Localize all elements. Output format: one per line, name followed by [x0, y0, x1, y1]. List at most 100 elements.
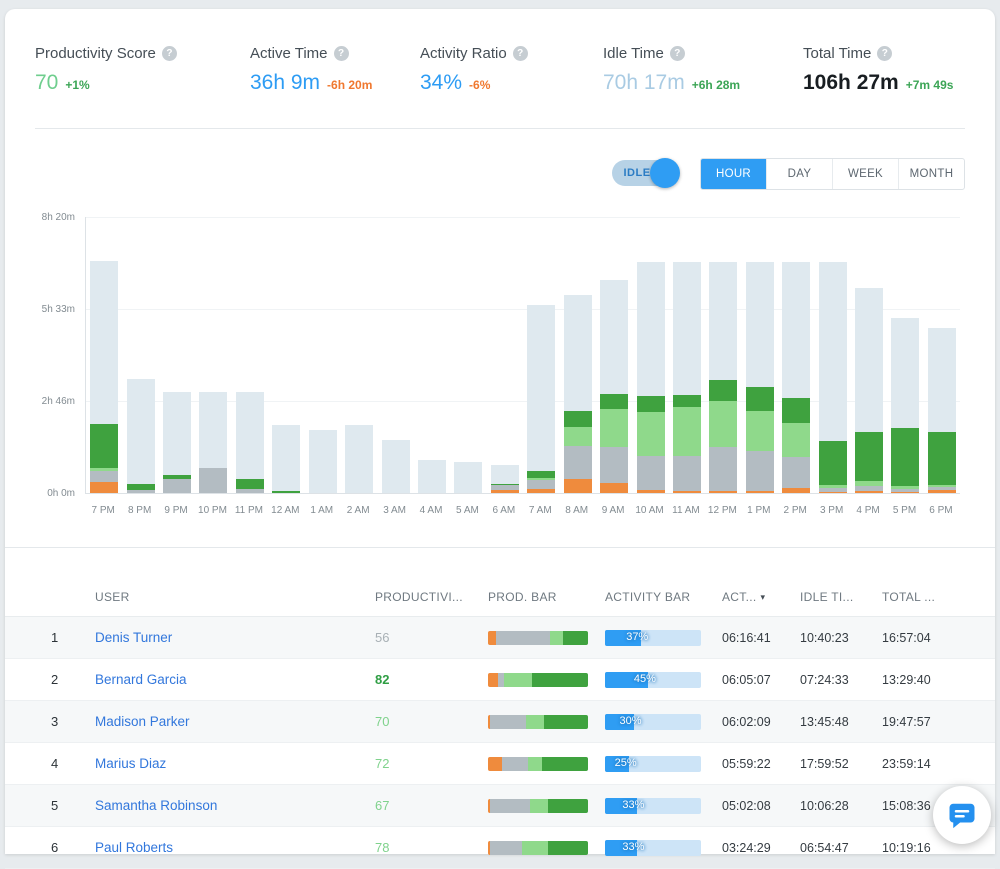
chart-bar-4-am[interactable]	[418, 460, 446, 493]
productivity-bar[interactable]	[488, 631, 588, 645]
bar-segment-idle[interactable]	[127, 379, 155, 484]
bar-segment-productive[interactable]	[127, 484, 155, 491]
bar-segment-productive[interactable]	[527, 471, 555, 478]
tab-week[interactable]: WEEK	[832, 159, 898, 189]
user-link[interactable]: Denis Turner	[95, 630, 172, 645]
bar-segment-productive_light[interactable]	[746, 411, 774, 451]
bar-segment-neutral[interactable]	[163, 479, 191, 493]
idle-toggle[interactable]: IDLE	[612, 160, 678, 186]
bar-segment-unproductive[interactable]	[673, 491, 701, 493]
activity-bar[interactable]: 30%	[605, 714, 701, 730]
bar-segment-productive[interactable]	[855, 432, 883, 482]
chart-bar-7-pm[interactable]	[90, 261, 118, 493]
column-header-idle-ti[interactable]: IDLE TI...	[800, 590, 882, 604]
bar-segment-idle[interactable]	[928, 328, 956, 432]
bar-segment-idle[interactable]	[309, 430, 337, 493]
bar-segment-productive[interactable]	[928, 432, 956, 484]
bar-segment-neutral[interactable]	[236, 489, 264, 493]
bar-segment-idle[interactable]	[199, 392, 227, 468]
activity-bar[interactable]: 33%	[605, 798, 701, 814]
help-icon[interactable]: ?	[513, 46, 528, 61]
bar-segment-unproductive[interactable]	[819, 492, 847, 493]
bar-segment-neutral[interactable]	[673, 456, 701, 491]
productivity-bar[interactable]	[488, 673, 588, 687]
column-header-prod-bar[interactable]: PROD. BAR	[488, 590, 605, 604]
bar-segment-idle[interactable]	[709, 262, 737, 380]
bar-segment-idle[interactable]	[782, 262, 810, 398]
bar-segment-unproductive[interactable]	[746, 491, 774, 493]
bar-segment-productive_light[interactable]	[637, 412, 665, 456]
bar-segment-unproductive[interactable]	[90, 482, 118, 493]
bar-segment-unproductive[interactable]	[855, 491, 883, 493]
bar-segment-idle[interactable]	[236, 392, 264, 479]
productivity-bar[interactable]	[488, 841, 588, 855]
activity-bar[interactable]: 25%	[605, 756, 701, 772]
bar-segment-neutral[interactable]	[564, 446, 592, 479]
chart-bar-4-pm[interactable]	[855, 288, 883, 493]
bar-segment-productive_light[interactable]	[564, 427, 592, 446]
chart-bar-7-am[interactable]	[527, 305, 555, 493]
bar-segment-productive_light[interactable]	[782, 423, 810, 457]
column-header-activity-bar[interactable]: ACTIVITY BAR	[605, 590, 722, 604]
chart-bar-10-pm[interactable]	[199, 392, 227, 493]
chart-bar-6-am[interactable]	[491, 465, 519, 493]
chart-bar-6-pm[interactable]	[928, 328, 956, 493]
tab-day[interactable]: DAY	[766, 159, 832, 189]
bar-segment-productive[interactable]	[819, 441, 847, 485]
chart-bar-8-am[interactable]	[564, 295, 592, 493]
bar-segment-unproductive[interactable]	[564, 479, 592, 493]
bar-segment-productive[interactable]	[673, 395, 701, 407]
tab-hour[interactable]: HOUR	[701, 159, 766, 189]
chart-bar-2-pm[interactable]	[782, 262, 810, 493]
help-icon[interactable]: ?	[877, 46, 892, 61]
bar-segment-idle[interactable]	[163, 392, 191, 475]
chart-bar-2-am[interactable]	[345, 425, 373, 493]
bar-segment-idle[interactable]	[382, 440, 410, 493]
bar-segment-idle[interactable]	[746, 262, 774, 386]
user-link[interactable]: Marius Diaz	[95, 756, 166, 771]
help-icon[interactable]: ?	[162, 46, 177, 61]
bar-segment-idle[interactable]	[527, 305, 555, 471]
bar-segment-productive[interactable]	[90, 424, 118, 468]
activity-bar[interactable]: 33%	[605, 840, 701, 856]
bar-segment-idle[interactable]	[637, 262, 665, 396]
chart-bar-10-am[interactable]	[637, 262, 665, 493]
chart-bar-9-am[interactable]	[600, 280, 628, 493]
column-header-user[interactable]: USER	[95, 590, 375, 604]
chart-bar-9-pm[interactable]	[163, 392, 191, 493]
column-header-productivi[interactable]: PRODUCTIVI...	[375, 590, 488, 604]
bar-segment-unproductive[interactable]	[709, 491, 737, 493]
bar-segment-unproductive[interactable]	[527, 489, 555, 493]
bar-segment-productive[interactable]	[746, 387, 774, 412]
user-link[interactable]: Madison Parker	[95, 714, 190, 729]
productivity-bar[interactable]	[488, 715, 588, 729]
tab-month[interactable]: MONTH	[898, 159, 964, 189]
column-header-act[interactable]: ACT...▾	[722, 590, 800, 604]
help-icon[interactable]: ?	[334, 46, 349, 61]
bar-segment-productive[interactable]	[236, 479, 264, 489]
toggle-knob-icon[interactable]	[650, 158, 680, 188]
bar-segment-neutral[interactable]	[127, 490, 155, 493]
productivity-bar[interactable]	[488, 799, 588, 813]
chart-bar-3-am[interactable]	[382, 440, 410, 493]
chart-bar-5-pm[interactable]	[891, 318, 919, 493]
user-link[interactable]: Paul Roberts	[95, 840, 173, 855]
bar-segment-productive[interactable]	[564, 411, 592, 427]
bar-segment-neutral[interactable]	[637, 456, 665, 490]
bar-segment-idle[interactable]	[491, 465, 519, 484]
productivity-bar[interactable]	[488, 757, 588, 771]
bar-segment-idle[interactable]	[418, 460, 446, 493]
bar-segment-neutral[interactable]	[782, 457, 810, 487]
chart-bar-8-pm[interactable]	[127, 379, 155, 493]
bar-segment-productive_light[interactable]	[600, 409, 628, 448]
bar-segment-productive[interactable]	[709, 380, 737, 401]
bar-segment-productive[interactable]	[891, 428, 919, 486]
bar-segment-unproductive[interactable]	[782, 488, 810, 494]
bar-segment-productive[interactable]	[600, 394, 628, 409]
bar-segment-idle[interactable]	[855, 288, 883, 432]
bar-segment-idle[interactable]	[90, 261, 118, 424]
bar-segment-idle[interactable]	[345, 425, 373, 493]
bar-segment-idle[interactable]	[819, 262, 847, 440]
bar-segment-productive_light[interactable]	[709, 401, 737, 446]
help-icon[interactable]: ?	[670, 46, 685, 61]
